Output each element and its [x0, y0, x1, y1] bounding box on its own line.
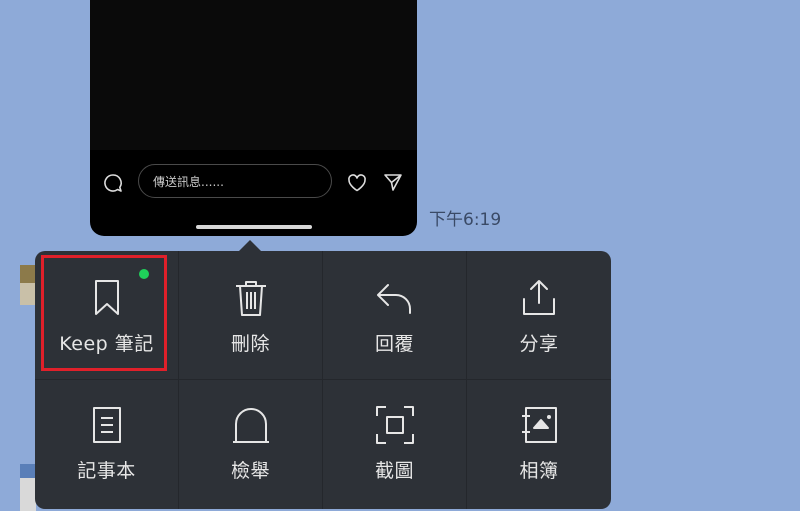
send-icon[interactable]	[382, 171, 404, 193]
menu-item-label: 記事本	[77, 460, 136, 482]
menu-item-label: Keep 筆記	[59, 333, 154, 355]
message-timestamp: 下午6:19	[429, 210, 502, 230]
menu-item-report[interactable]: 檢舉	[179, 380, 323, 509]
menu-item-label: 回覆	[374, 333, 414, 355]
menu-item-album[interactable]: 相簿	[467, 380, 611, 509]
video-frame	[90, 0, 417, 150]
reply-icon	[374, 277, 416, 319]
screenshot-icon	[374, 404, 416, 446]
comment-icon[interactable]	[102, 172, 124, 194]
message-bar: 傳送訊息......	[90, 160, 417, 204]
note-icon	[86, 404, 128, 446]
menu-item-label: 相簿	[519, 460, 559, 482]
menu-item-screenshot[interactable]: 截圖	[323, 380, 467, 509]
heart-icon[interactable]	[346, 172, 368, 194]
menu-item-label: 刪除	[230, 333, 270, 355]
chat-avatar-thumbnail[interactable]	[20, 265, 36, 305]
chat-avatar-thumbnail[interactable]	[20, 464, 36, 511]
message-context-menu: Keep 筆記 刪除 回覆 分享 記事本 檢舉 截圖 相簿	[35, 251, 611, 509]
menu-item-delete[interactable]: 刪除	[179, 251, 323, 380]
video-message-preview[interactable]: 傳送訊息......	[90, 0, 417, 236]
menu-item-reply[interactable]: 回覆	[323, 251, 467, 380]
bookmark-icon	[86, 277, 128, 319]
menu-item-share[interactable]: 分享	[467, 251, 611, 380]
home-indicator	[196, 225, 312, 229]
album-icon	[518, 404, 560, 446]
trash-icon	[230, 277, 272, 319]
message-input[interactable]: 傳送訊息......	[138, 164, 332, 198]
new-indicator-dot	[139, 269, 149, 279]
menu-item-label: 截圖	[374, 460, 414, 482]
share-icon	[518, 277, 560, 319]
menu-item-keep-note[interactable]: Keep 筆記	[35, 251, 179, 380]
report-icon	[230, 404, 272, 446]
menu-item-label: 檢舉	[230, 460, 270, 482]
menu-item-notes[interactable]: 記事本	[35, 380, 179, 509]
menu-item-label: 分享	[519, 333, 559, 355]
